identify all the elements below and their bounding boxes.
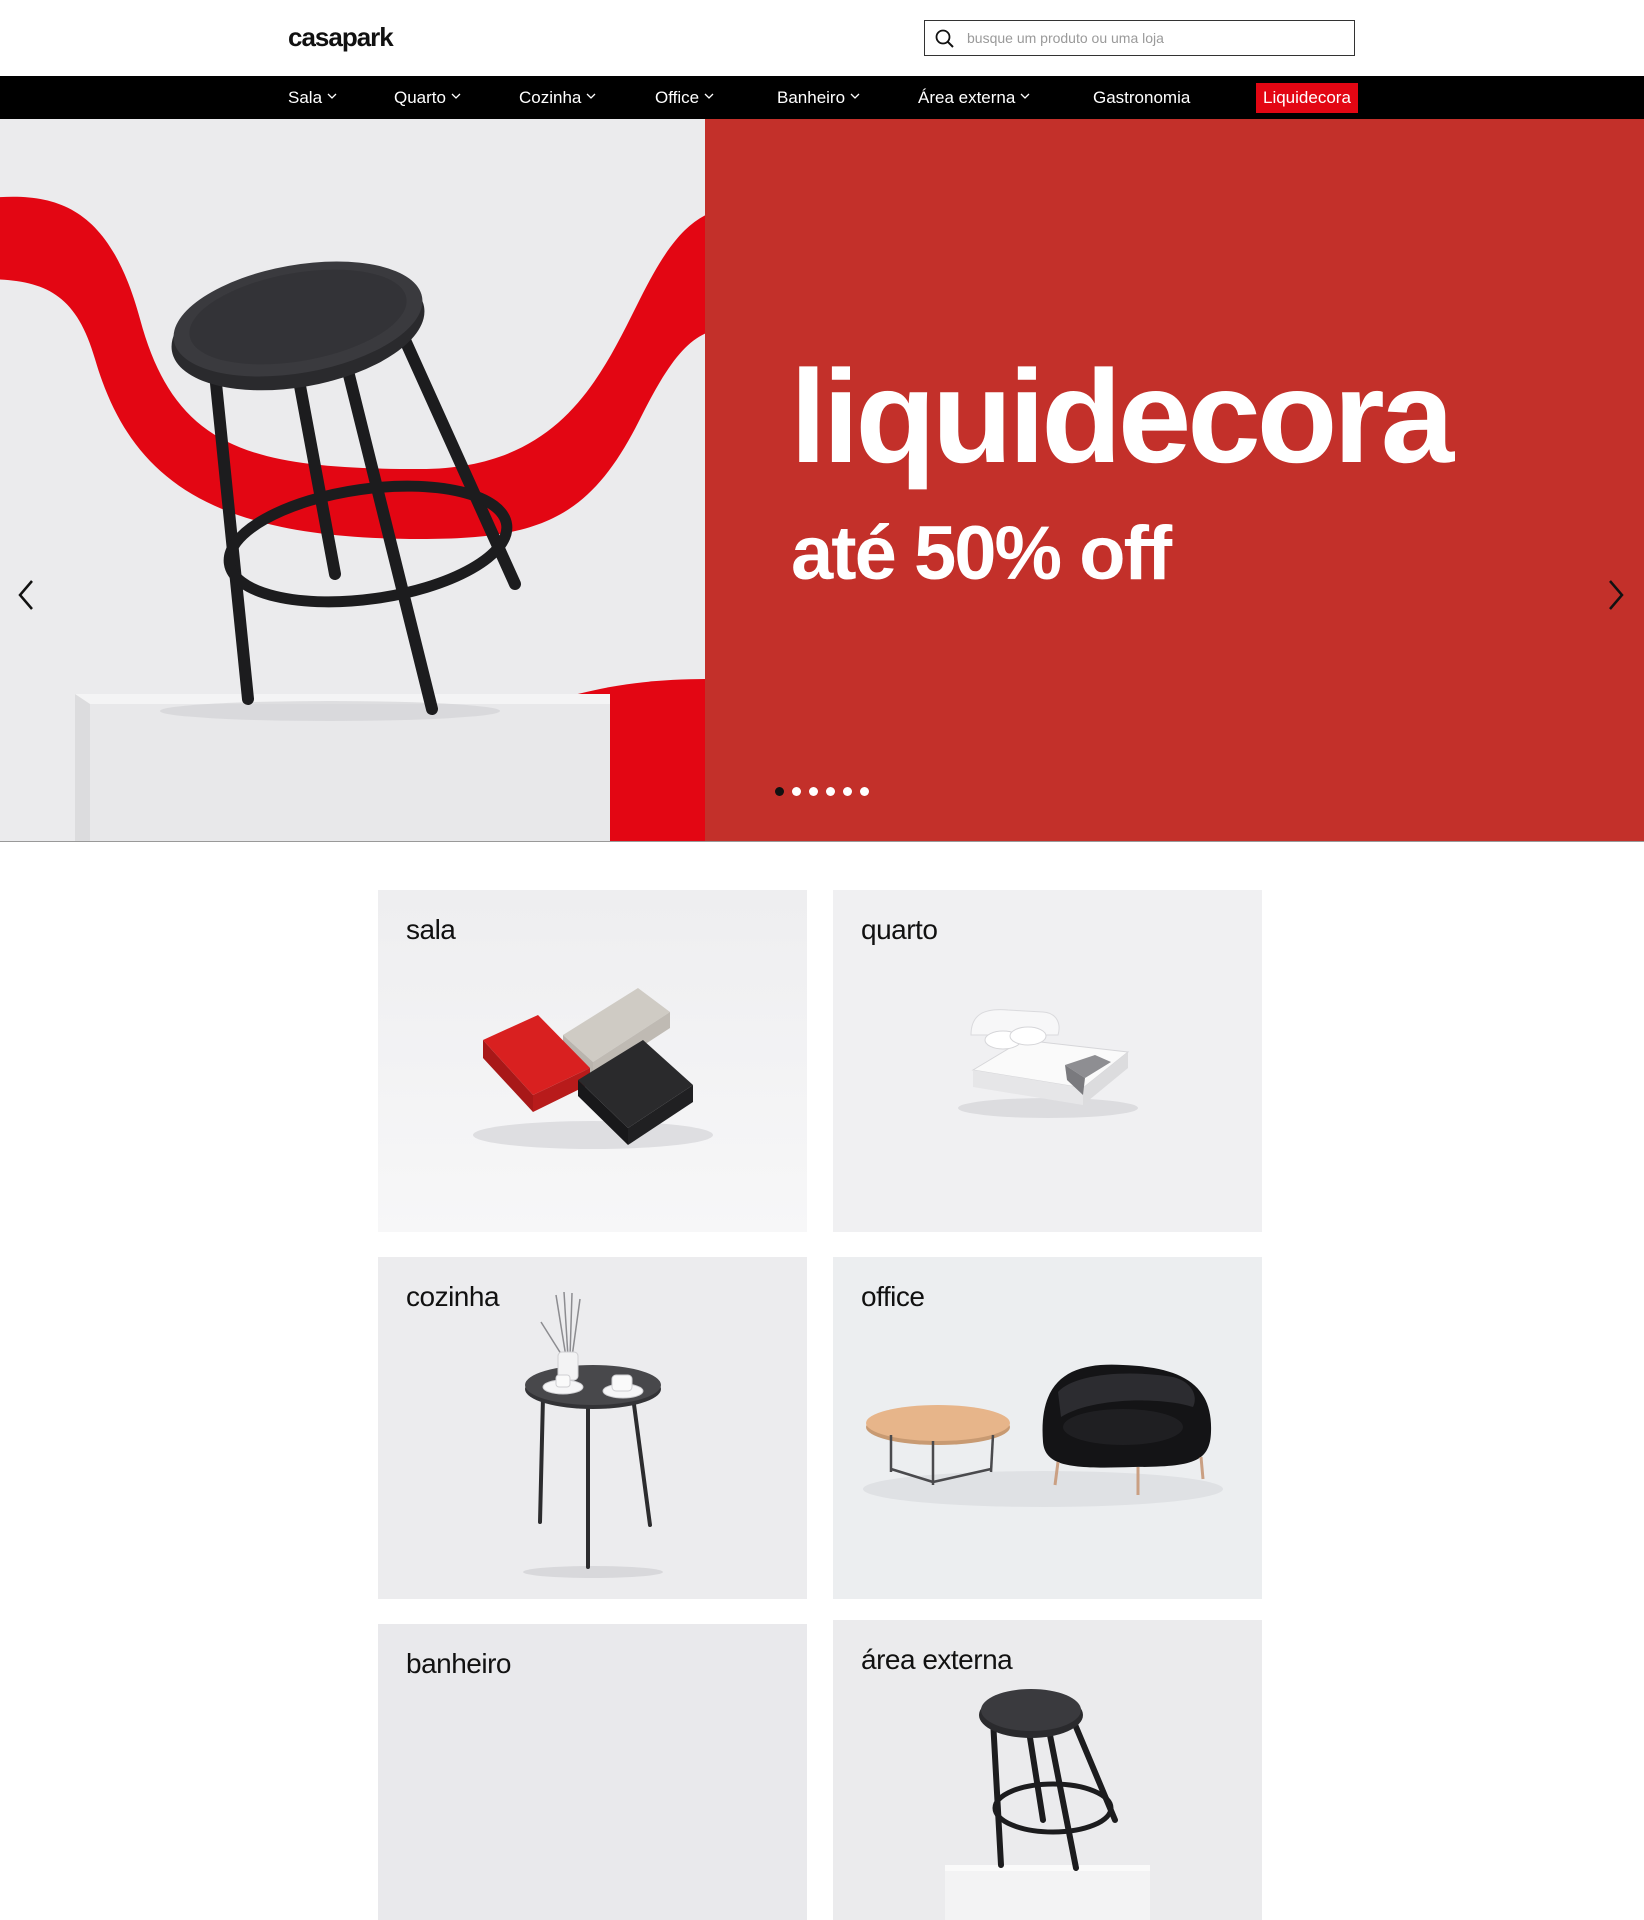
chevron-down-icon (850, 93, 860, 99)
logo[interactable]: casapark (288, 22, 394, 53)
category-card-sala[interactable]: sala (378, 890, 807, 1232)
chevron-down-icon (1020, 93, 1030, 99)
nav-item-label: Sala (288, 88, 323, 107)
category-label: quarto (861, 914, 938, 945)
nav-item-label: Banheiro (777, 88, 846, 107)
category-card-banheiro[interactable]: banheiro (378, 1624, 807, 1920)
carousel-dot[interactable] (843, 787, 852, 796)
carousel-dot[interactable] (775, 787, 784, 796)
carousel-dot[interactable] (860, 787, 869, 796)
search-box[interactable] (924, 20, 1355, 56)
chevron-left-icon[interactable] (12, 575, 42, 615)
carousel-dot[interactable] (809, 787, 818, 796)
nav-item-label: Gastronomia (1093, 88, 1191, 107)
nav-item-cozinha[interactable]: Cozinha (519, 76, 596, 119)
search-icon[interactable] (934, 28, 956, 50)
carousel-dot[interactable] (792, 787, 801, 796)
category-label: office (861, 1281, 925, 1312)
hero-promo-panel: liquidecora até 50% off (705, 119, 1644, 841)
nav-item-liquidecora[interactable]: Liquidecora (1256, 83, 1358, 113)
nav-item-quarto[interactable]: Quarto (394, 76, 461, 119)
stool-image (0, 119, 705, 841)
category-label: banheiro (406, 1648, 511, 1679)
main-nav: Sala Quarto Cozinha Office Banheiro Área… (0, 76, 1644, 119)
site-header: casapark (0, 0, 1644, 76)
chevron-down-icon (586, 93, 596, 99)
category-label: sala (406, 914, 456, 945)
carousel-dot[interactable] (826, 787, 835, 796)
category-label: área externa (861, 1644, 1013, 1675)
chevron-down-icon (451, 93, 461, 99)
nav-item-banheiro[interactable]: Banheiro (777, 76, 860, 119)
nav-item-label: Quarto (394, 88, 446, 107)
search-input[interactable] (967, 25, 1347, 51)
nav-item-gastronomia[interactable]: Gastronomia (1093, 76, 1190, 119)
chevron-right-icon[interactable] (1600, 575, 1630, 615)
hero-subtitle: até 50% off (791, 511, 1172, 596)
nav-item-area-externa[interactable]: Área externa (918, 76, 1030, 119)
chevron-down-icon (327, 93, 337, 99)
nav-item-label: Office (655, 88, 700, 107)
nav-item-label: Cozinha (519, 88, 582, 107)
category-card-area-externa[interactable]: área externa (833, 1620, 1262, 1920)
hero-banner[interactable]: liquidecora até 50% off (0, 119, 1644, 842)
nav-item-office[interactable]: Office (655, 76, 714, 119)
category-label: cozinha (406, 1281, 500, 1312)
category-card-quarto[interactable]: quarto (833, 890, 1262, 1232)
chevron-down-icon (704, 93, 714, 99)
category-card-office[interactable]: office (833, 1257, 1262, 1599)
hero-image (0, 119, 705, 841)
category-card-cozinha[interactable]: cozinha (378, 1257, 807, 1599)
nav-item-sala[interactable]: Sala (288, 76, 337, 119)
hero-title: liquidecora (790, 343, 1454, 490)
nav-item-label: Área externa (918, 88, 1016, 107)
